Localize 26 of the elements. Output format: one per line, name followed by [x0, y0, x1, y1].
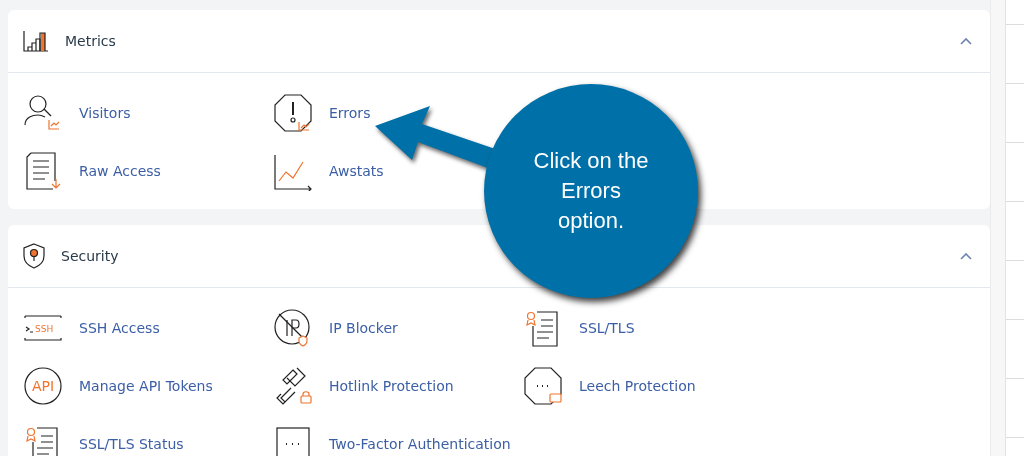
- warning-octagon-icon: [273, 93, 313, 133]
- ip-blocked-icon: [273, 308, 313, 348]
- bar-chart-icon: [23, 30, 49, 52]
- tool-link[interactable]: Raw Access: [23, 151, 161, 191]
- callout-text: Click on the Errors option.: [532, 147, 650, 235]
- tool-link[interactable]: Errors: [273, 93, 371, 133]
- tool-link[interactable]: SSH SSH Access: [23, 308, 160, 348]
- tool-link[interactable]: SSL/TLS: [523, 308, 635, 348]
- tool-link[interactable]: API Manage API Tokens: [23, 366, 213, 406]
- section-title: Metrics: [65, 33, 117, 49]
- shield-icon: [23, 243, 45, 269]
- tool-link[interactable]: Hotlink Protection: [273, 366, 454, 406]
- password-box-icon: [273, 424, 313, 456]
- tool-link[interactable]: Leech Protection: [523, 366, 696, 406]
- tool-link[interactable]: IP Blocker: [273, 308, 398, 348]
- tool-link[interactable]: Awstats: [273, 151, 384, 191]
- api-circle-icon: API: [23, 366, 63, 406]
- chevron-up-icon[interactable]: [960, 37, 972, 45]
- dots-octagon-icon: [523, 366, 563, 406]
- section-title: Security: [61, 248, 120, 264]
- tool-link[interactable]: Visitors: [23, 93, 131, 133]
- document-download-icon: [23, 151, 63, 191]
- scrollbar[interactable]: [990, 0, 1006, 456]
- tool-link[interactable]: Two-Factor Authentication: [273, 424, 511, 456]
- tool-link[interactable]: SSL/TLS Status: [23, 424, 184, 456]
- chevron-up-icon[interactable]: [960, 252, 972, 260]
